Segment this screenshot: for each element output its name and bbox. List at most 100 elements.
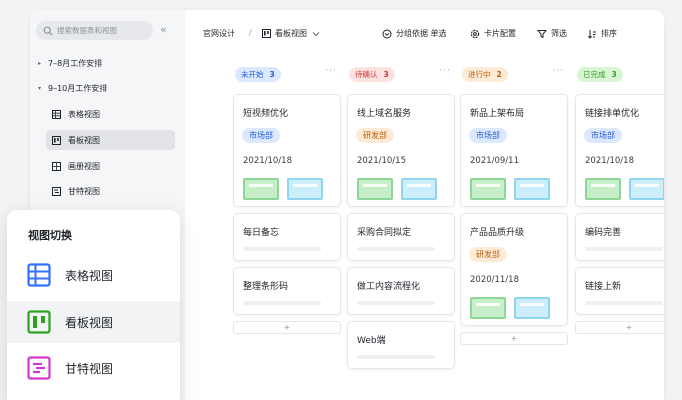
card-title: 整理条形码 bbox=[243, 282, 289, 292]
more-options-icon[interactable]: ··· bbox=[439, 66, 451, 76]
gear-icon bbox=[470, 29, 480, 38]
column-status-badge[interactable]: 未开始 3 bbox=[235, 67, 281, 82]
card-department-tag: 市场部 bbox=[469, 128, 507, 143]
card-placeholder-bar bbox=[357, 247, 435, 251]
card-department-tag: 市场部 bbox=[242, 128, 280, 143]
card-placeholder-bar bbox=[357, 355, 435, 359]
add-card-button[interactable]: + bbox=[233, 321, 341, 334]
column-status-badge[interactable]: 进行中 2 bbox=[462, 67, 508, 82]
card-placeholder-bar bbox=[585, 247, 663, 251]
sort-button[interactable]: 排序 bbox=[587, 28, 617, 39]
kanban-card[interactable]: Web端 bbox=[347, 321, 455, 369]
card-attachments bbox=[585, 178, 664, 200]
column-status-badge[interactable]: 待确认 3 bbox=[349, 67, 395, 82]
column-header: 进行中 2 ··· bbox=[460, 64, 568, 84]
sidebar-view-kanban[interactable]: 看板视图 bbox=[46, 130, 175, 150]
card-placeholder-bar bbox=[357, 301, 435, 305]
sidebar-view-label: 甘特视图 bbox=[68, 186, 100, 196]
sort-label: 排序 bbox=[601, 29, 617, 38]
kanban-card[interactable]: 短视频优化 市场部 2021/10/18 bbox=[233, 94, 341, 207]
switch-option-gantt[interactable]: 甘特视图 bbox=[7, 347, 180, 389]
sidebar-view-table[interactable]: 表格视图 bbox=[46, 104, 175, 124]
kanban-card[interactable]: 产品品质升级 研发部 2020/11/18 bbox=[460, 213, 568, 326]
more-options-icon[interactable]: ··· bbox=[325, 66, 337, 76]
card-title: Web端 bbox=[357, 336, 386, 346]
view-selector[interactable]: 看板视图 bbox=[262, 28, 320, 39]
gallery-view-icon bbox=[52, 161, 61, 171]
attachment-thumbnail[interactable] bbox=[357, 178, 393, 200]
sidebar-view-gallery[interactable]: 画册视图 bbox=[46, 156, 175, 176]
attachment-thumbnail[interactable] bbox=[470, 297, 506, 319]
card-date: 2021/10/18 bbox=[585, 156, 634, 166]
breadcrumb-separator: / bbox=[249, 28, 252, 37]
gantt-view-icon bbox=[27, 356, 51, 380]
kanban-card[interactable]: 每日备忘 bbox=[233, 213, 341, 261]
column-status-badge[interactable]: 已完成 3 bbox=[577, 67, 623, 82]
card-attachments bbox=[357, 178, 437, 200]
group-by-button[interactable]: 分组依据 单选 bbox=[382, 28, 447, 39]
kanban-card[interactable]: 采购合同拟定 bbox=[347, 213, 455, 261]
attachment-thumbnail[interactable] bbox=[585, 178, 621, 200]
card-placeholder-bar bbox=[243, 247, 321, 251]
kanban-view-icon bbox=[52, 135, 61, 145]
switch-option-kanban[interactable]: 看板视图 bbox=[7, 301, 180, 343]
card-title: 采购合同拟定 bbox=[357, 228, 412, 238]
card-department-tag: 市场部 bbox=[584, 128, 622, 143]
tree-group-sep-oct[interactable]: ▾ 9–10月工作安排 bbox=[38, 83, 107, 94]
card-placeholder-bar bbox=[585, 301, 663, 305]
more-options-icon[interactable]: ··· bbox=[552, 66, 564, 76]
kanban-card[interactable]: 链接上新 bbox=[575, 267, 664, 315]
card-title: 链接排单优化 bbox=[585, 109, 640, 119]
sidebar-view-label: 表格视图 bbox=[68, 109, 100, 119]
kanban-card[interactable]: 链接排单优化市场部 2021/10/18 bbox=[575, 94, 664, 207]
kanban-main: 官网设计 / 看板视图 分组依据 单选 卡片配置 筛选 排序 未开始 3 ···… bbox=[185, 10, 664, 400]
card-attachments bbox=[470, 178, 550, 200]
card-title: 链接上新 bbox=[585, 282, 622, 292]
chevron-down-icon bbox=[312, 31, 320, 36]
group-by-icon bbox=[382, 29, 392, 38]
attachment-thumbnail[interactable] bbox=[514, 297, 550, 319]
filter-button[interactable]: 筛选 bbox=[537, 28, 567, 39]
card-title: 线上域名服务 bbox=[357, 109, 412, 119]
sidebar-view-label: 画册视图 bbox=[68, 161, 100, 171]
filter-label: 筛选 bbox=[551, 29, 567, 38]
card-date: 2021/09/11 bbox=[470, 156, 519, 166]
card-config-label: 卡片配置 bbox=[484, 29, 516, 38]
chevron-down-icon: ▾ bbox=[38, 85, 42, 92]
column-header: 待确认 3 ··· bbox=[347, 64, 455, 84]
card-date: 2021/10/18 bbox=[243, 156, 292, 166]
view-switcher-popup: 视图切换 表格视图 看板视图 甘特视图 bbox=[7, 210, 180, 400]
toolbar: 官网设计 / 看板视图 分组依据 单选 卡片配置 筛选 排序 bbox=[185, 10, 664, 56]
chevron-right-icon: ▸ bbox=[38, 60, 42, 67]
kanban-card[interactable]: 做工内容流程化 bbox=[347, 267, 455, 315]
attachment-thumbnail[interactable] bbox=[470, 178, 506, 200]
tree-group-label: 9–10月工作安排 bbox=[48, 84, 108, 93]
search-box[interactable]: 搜索数据表和视图 bbox=[36, 21, 153, 40]
attachment-thumbnail[interactable] bbox=[629, 178, 664, 200]
attachment-thumbnail[interactable] bbox=[401, 178, 437, 200]
card-title: 每日备忘 bbox=[243, 228, 280, 238]
kanban-view-icon bbox=[262, 29, 271, 38]
kanban-card[interactable]: 线上域名服务 研发部 2021/10/15 bbox=[347, 94, 455, 207]
filter-icon bbox=[537, 29, 547, 38]
attachment-thumbnail[interactable] bbox=[243, 178, 279, 200]
breadcrumb[interactable]: 官网设计 bbox=[203, 28, 235, 39]
column-header: 已完成3··· bbox=[575, 64, 664, 84]
card-department-tag: 研发部 bbox=[356, 128, 394, 143]
kanban-card[interactable]: 新品上架布局 市场部 2021/09/11 bbox=[460, 94, 568, 207]
column-header: 未开始 3 ··· bbox=[233, 64, 341, 84]
kanban-card[interactable]: 编码完善 bbox=[575, 213, 664, 261]
attachment-thumbnail[interactable] bbox=[287, 178, 323, 200]
add-card-button[interactable]: + bbox=[460, 332, 568, 345]
card-config-button[interactable]: 卡片配置 bbox=[470, 28, 516, 39]
sidebar-view-gantt[interactable]: 甘特视图 bbox=[46, 181, 175, 201]
switch-option-table[interactable]: 表格视图 bbox=[7, 254, 180, 296]
attachment-thumbnail[interactable] bbox=[514, 178, 550, 200]
card-title: 编码完善 bbox=[585, 228, 622, 238]
sidebar-view-label: 看板视图 bbox=[68, 135, 100, 145]
collapse-sidebar-icon[interactable]: « bbox=[160, 23, 167, 36]
tree-group-jul-aug[interactable]: ▸ 7–8月工作安排 bbox=[38, 58, 102, 69]
search-placeholder: 搜索数据表和视图 bbox=[57, 26, 117, 35]
add-card-button[interactable]: + bbox=[575, 321, 664, 334]
kanban-card[interactable]: 整理条形码 bbox=[233, 267, 341, 315]
